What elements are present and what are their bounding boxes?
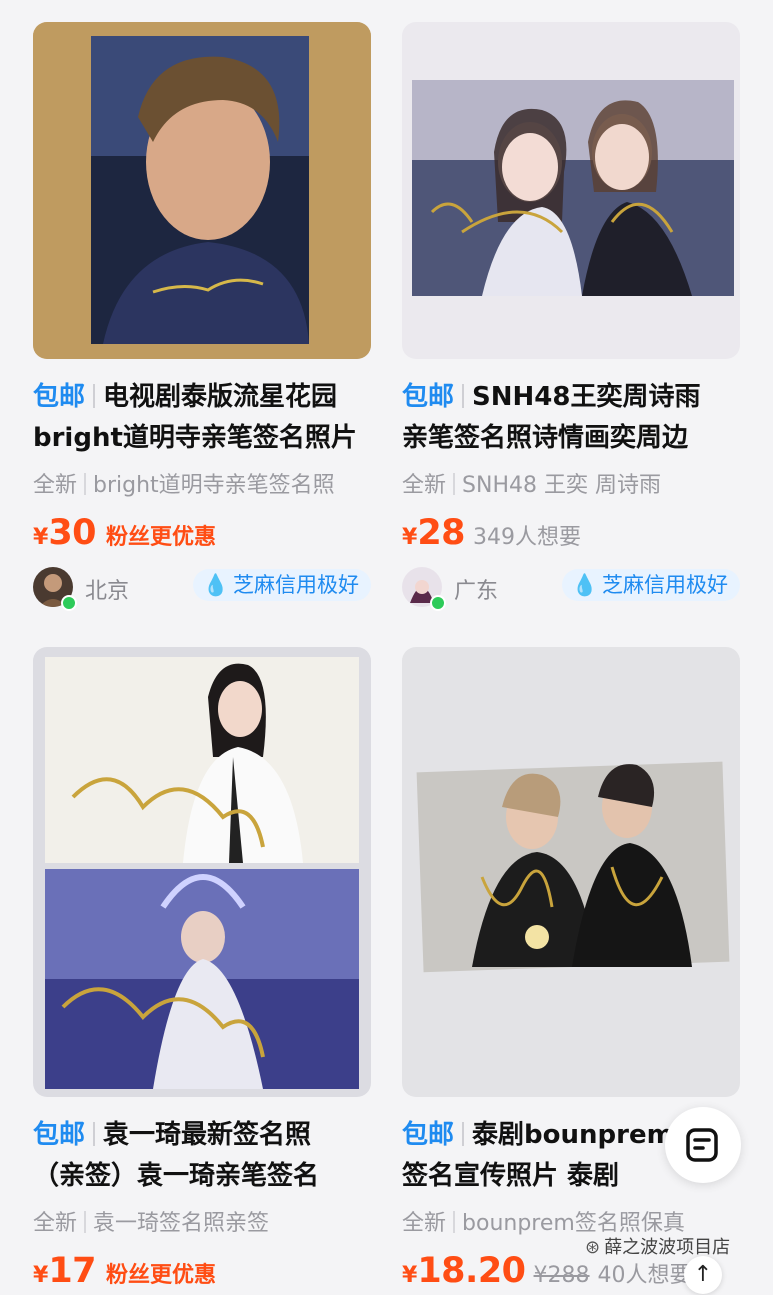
divider (462, 384, 465, 408)
photo-snh48-signed (402, 22, 740, 359)
credit-label: 芝麻信用极好 (602, 573, 728, 597)
title-line-1: 袁一琦最新签名照 (103, 1120, 312, 1150)
condition-label: 全新 (402, 473, 447, 498)
product-title[interactable]: 包邮 袁一琦最新签名照 （亲签）袁一琦亲笔签名 (33, 1115, 371, 1197)
product-photo[interactable] (402, 647, 740, 1097)
free-shipping-tag: 包邮 (402, 382, 455, 412)
water-drop-icon: 💧 (202, 573, 229, 597)
free-shipping-tag: 包邮 (33, 1120, 86, 1150)
watermark-text: 薛之波波项目店 (604, 1237, 731, 1258)
price: 18.20 (417, 1251, 526, 1291)
seller-city: 广东 (454, 579, 499, 604)
divider (84, 1211, 87, 1233)
free-shipping-tag: 包邮 (402, 1120, 455, 1150)
title-line-1: 电视剧泰版流星花园 (103, 382, 338, 412)
photo-bright-signed (33, 22, 371, 359)
condition-label: 全新 (33, 1211, 78, 1236)
currency-symbol: ¥ (402, 1263, 418, 1288)
currency-symbol: ¥ (402, 525, 418, 550)
photo-yuanyiqi-signed (33, 647, 371, 1097)
credit-badge: 💧 芝麻信用极好 (192, 569, 371, 601)
keywords-label: bright道明寺亲笔签名照 (93, 473, 335, 498)
price: 17 (48, 1251, 97, 1291)
title-line-2: （亲签）袁一琦亲笔签名 (33, 1161, 320, 1191)
product-photo[interactable] (33, 22, 371, 359)
seller-city: 北京 (85, 579, 130, 604)
promo-label: 粉丝更优惠 (106, 525, 217, 550)
condition-label: 全新 (402, 1211, 447, 1236)
condition-label: 全新 (33, 473, 78, 498)
edit-note-icon (686, 1128, 718, 1162)
photo-bounprem-signed (402, 647, 740, 1097)
product-title[interactable]: 包邮 SNH48王奕周诗雨 亲笔签名照诗情画奕周边 (402, 377, 740, 459)
credit-badge: 💧 芝麻信用极好 (561, 569, 740, 601)
online-indicator (430, 595, 446, 611)
water-drop-icon: 💧 (571, 573, 598, 597)
product-meta: 全新 SNH48 王奕 周诗雨 (402, 467, 740, 499)
currency-symbol: ¥ (33, 1263, 49, 1288)
price-row: ¥17 粉丝更优惠 (33, 1251, 371, 1295)
wants-count: 40人想要 (597, 1263, 692, 1288)
channel-watermark: ⊛ 薛之波波项目店 (585, 1233, 730, 1259)
online-indicator (61, 595, 77, 611)
title-line-2: bright道明寺亲笔签名照片 (33, 423, 357, 453)
product-card[interactable]: 包邮 泰剧bounprem亲笔 签名宣传照片 泰剧 全新 bounprem签名照保真… (402, 647, 740, 1295)
price: 28 (417, 513, 466, 553)
divider (453, 1211, 456, 1233)
wants-count: 349人想要 (473, 525, 582, 550)
wechat-channel-icon: ⊛ (585, 1237, 601, 1258)
currency-symbol: ¥ (33, 525, 49, 550)
divider (84, 473, 87, 495)
price: 30 (48, 513, 97, 553)
free-shipping-tag: 包邮 (33, 382, 86, 412)
product-card[interactable]: 包邮 电视剧泰版流星花园 bright道明寺亲笔签名照片 全新 bright道明寺亲… (33, 22, 371, 611)
product-feed: 包邮 电视剧泰版流星花园 bright道明寺亲笔签名照片 全新 bright道明寺亲… (0, 0, 773, 1291)
price-row: ¥28 349人想要 (402, 513, 740, 557)
edit-note-button[interactable] (665, 1107, 741, 1183)
keywords-label: 袁一琦签名照亲签 (93, 1211, 270, 1236)
product-photo[interactable] (402, 22, 740, 359)
arrow-up-icon: ↑ (693, 1262, 713, 1287)
product-card[interactable]: 包邮 SNH48王奕周诗雨 亲笔签名照诗情画奕周边 全新 SNH48 王奕 周诗雨 … (402, 22, 740, 611)
promo-label: 粉丝更优惠 (106, 1263, 217, 1288)
title-line-2: 亲笔签名照诗情画奕周边 (402, 423, 689, 453)
seller-row[interactable]: 广东 💧 芝麻信用极好 (402, 567, 740, 611)
original-price: ¥288 (533, 1263, 590, 1288)
product-photo[interactable] (33, 647, 371, 1097)
divider (462, 1122, 465, 1146)
title-line-1: SNH48王奕周诗雨 (472, 382, 701, 412)
product-card[interactable]: 包邮 袁一琦最新签名照 （亲签）袁一琦亲笔签名 全新 袁一琦签名照亲签 ¥17 粉丝更… (33, 647, 371, 1295)
seller-row[interactable]: 北京 💧 芝麻信用极好 (33, 567, 371, 611)
divider (93, 1122, 96, 1146)
scroll-top-button[interactable]: ↑ (684, 1256, 722, 1294)
title-line-2: 签名宣传照片 泰剧 (402, 1161, 620, 1191)
keywords-label: SNH48 王奕 周诗雨 (462, 473, 661, 498)
product-meta: 全新 袁一琦签名照亲签 (33, 1205, 371, 1237)
credit-label: 芝麻信用极好 (233, 573, 359, 597)
product-meta: 全新 bright道明寺亲笔签名照 (33, 467, 371, 499)
product-title[interactable]: 包邮 电视剧泰版流星花园 bright道明寺亲笔签名照片 (33, 377, 371, 459)
divider (453, 473, 456, 495)
divider (93, 384, 96, 408)
price-row: ¥30 粉丝更优惠 (33, 513, 371, 557)
